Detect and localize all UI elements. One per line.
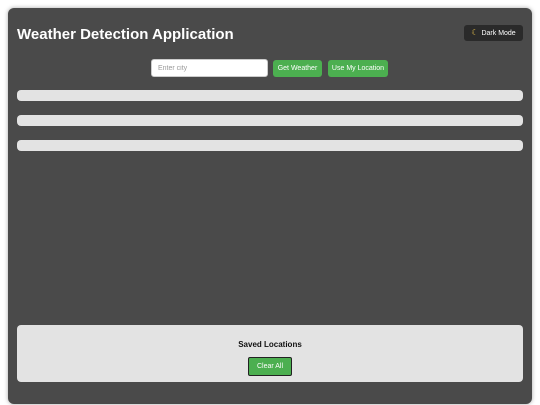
page-title: Weather Detection Application (17, 26, 234, 43)
city-search-input[interactable] (151, 59, 268, 77)
moon-icon: ☾ (471, 28, 479, 37)
saved-locations-panel: Saved Locations Clear All (17, 325, 523, 382)
clear-all-button[interactable]: Clear All (248, 357, 292, 376)
use-my-location-button[interactable]: Use My Location (328, 60, 388, 77)
weather-info-bar (17, 90, 523, 101)
app-container: Weather Detection Application ☾ Dark Mod… (8, 8, 532, 404)
dark-mode-button[interactable]: ☾ Dark Mode (464, 25, 523, 41)
get-weather-button[interactable]: Get Weather (273, 60, 322, 77)
saved-locations-title: Saved Locations (238, 340, 302, 349)
weather-info-bar (17, 115, 523, 126)
dark-mode-label: Dark Mode (481, 29, 516, 37)
weather-info-bar (17, 140, 523, 151)
